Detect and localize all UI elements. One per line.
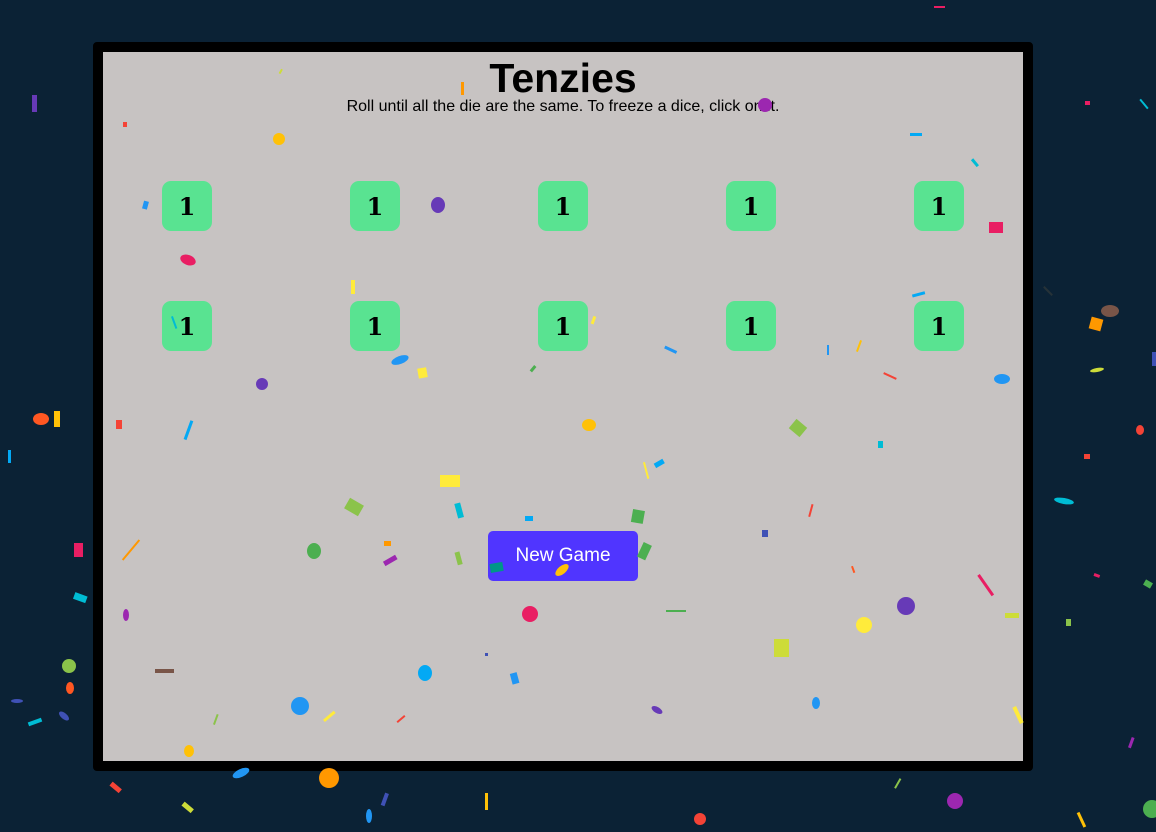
confetti-piece (947, 793, 963, 809)
confetti-piece (894, 778, 902, 789)
die-3[interactable]: 1 (538, 181, 588, 231)
confetti-piece (1066, 619, 1071, 626)
confetti-piece (366, 809, 372, 823)
confetti-piece (319, 768, 339, 788)
confetti-piece (694, 813, 706, 825)
confetti-piece (1101, 305, 1119, 317)
confetti-piece (11, 699, 23, 703)
confetti-piece (33, 413, 49, 425)
confetti-piece (485, 793, 488, 810)
confetti-piece (380, 792, 389, 807)
game-board: Tenzies Roll until all the die are the s… (93, 42, 1033, 771)
confetti-piece (62, 659, 76, 673)
confetti-piece (1043, 286, 1053, 296)
confetti-piece (1088, 316, 1104, 332)
confetti-piece (74, 543, 83, 557)
confetti-piece (1084, 454, 1090, 459)
confetti-piece (1143, 579, 1153, 589)
die-1[interactable]: 1 (162, 181, 212, 231)
die-5[interactable]: 1 (914, 181, 964, 231)
die-8[interactable]: 1 (538, 301, 588, 351)
confetti-piece (1139, 98, 1149, 110)
die-4[interactable]: 1 (726, 181, 776, 231)
confetti-piece (1152, 352, 1156, 366)
confetti-piece (27, 717, 43, 727)
confetti-piece (8, 450, 11, 463)
new-game-button[interactable]: New Game (488, 531, 638, 581)
game-instructions: Roll until all the die are the same. To … (346, 98, 780, 115)
confetti-piece (934, 6, 945, 8)
confetti-piece (1054, 497, 1074, 505)
confetti-piece (1128, 736, 1135, 749)
confetti-piece (59, 711, 69, 721)
confetti-piece (1076, 811, 1087, 828)
die-7[interactable]: 1 (350, 301, 400, 351)
confetti-piece (32, 95, 37, 112)
die-6[interactable]: 1 (162, 301, 212, 351)
confetti-piece (1093, 573, 1101, 578)
die-2[interactable]: 1 (350, 181, 400, 231)
die-10[interactable]: 1 (914, 301, 964, 351)
confetti-piece (1136, 425, 1144, 435)
confetti-piece (181, 801, 194, 814)
confetti-piece (66, 682, 74, 694)
die-9[interactable]: 1 (726, 301, 776, 351)
confetti-piece (72, 592, 88, 604)
confetti-piece (109, 781, 122, 794)
confetti-piece (1085, 101, 1090, 105)
confetti-piece (1090, 367, 1104, 373)
confetti-piece (54, 411, 60, 427)
game-title: Tenzies (489, 55, 637, 101)
confetti-piece (1143, 800, 1156, 818)
